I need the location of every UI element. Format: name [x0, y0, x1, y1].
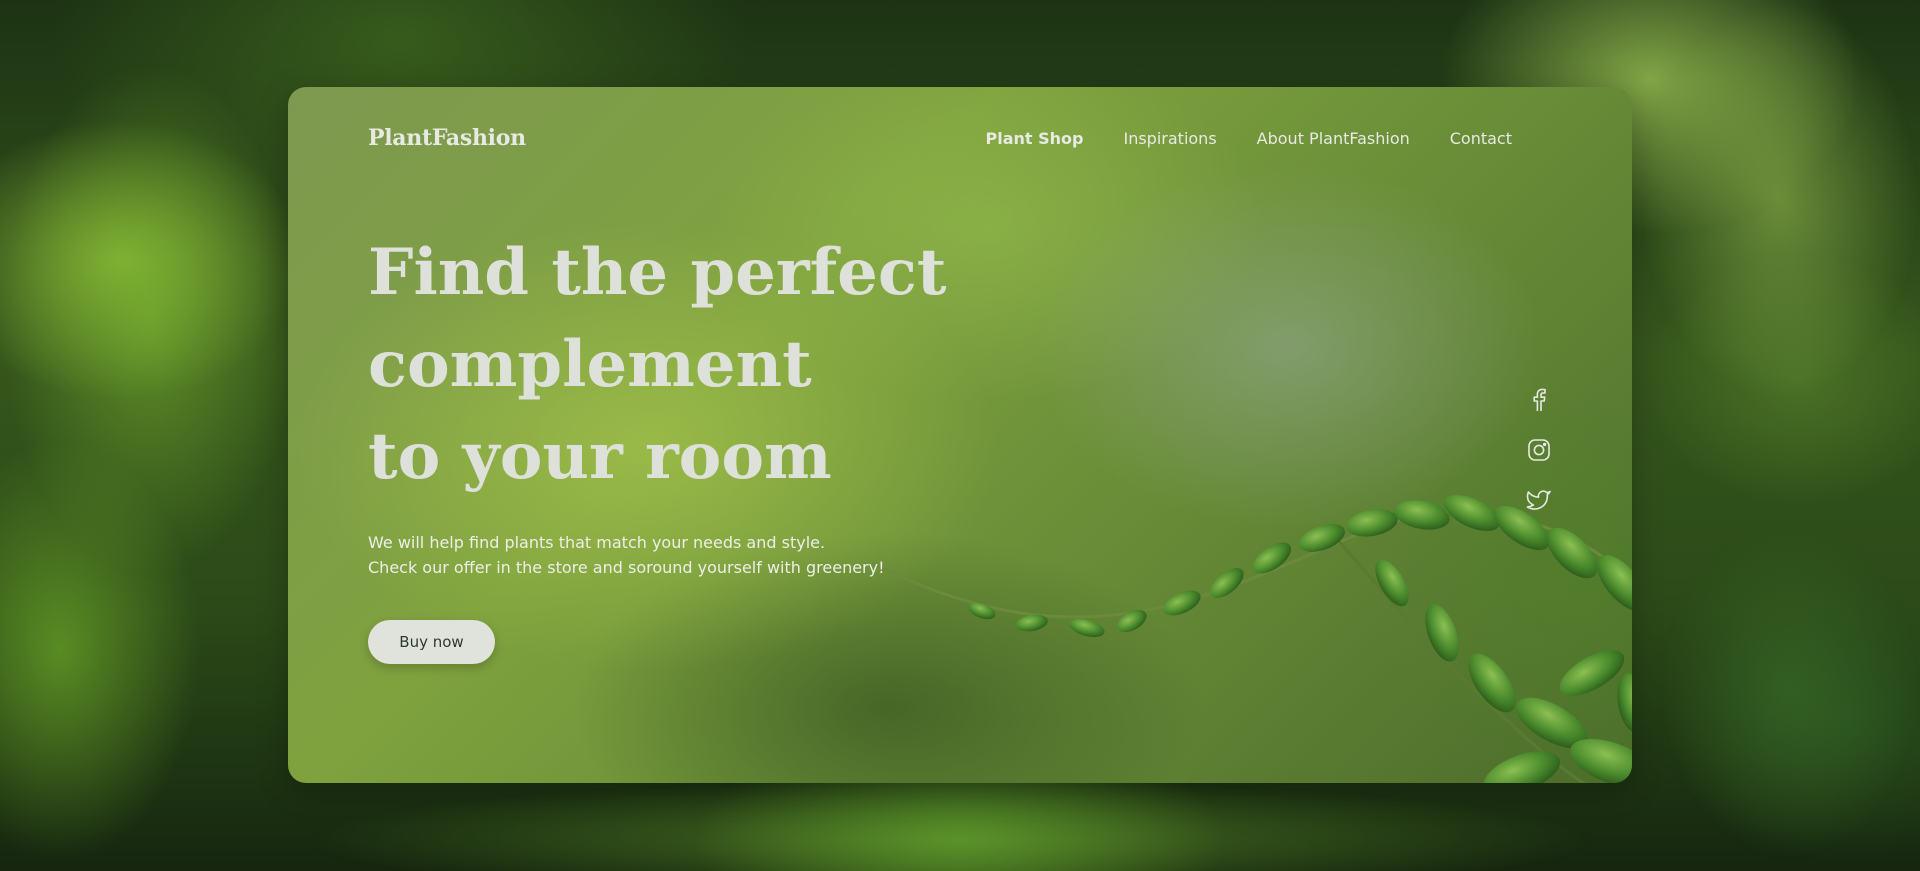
instagram-icon[interactable]: [1526, 437, 1552, 463]
hero-card: PlantFashion Plant Shop Inspirations Abo…: [288, 87, 1632, 783]
nav-item-about[interactable]: About PlantFashion: [1257, 129, 1410, 148]
background-fern: [300, 780, 1600, 871]
hero-title-line: complement: [368, 327, 812, 402]
brand-logo[interactable]: PlantFashion: [368, 125, 526, 151]
facebook-icon[interactable]: [1526, 387, 1552, 413]
background-fern: [1640, 0, 1920, 400]
nav-item-contact[interactable]: Contact: [1450, 129, 1512, 148]
hero-title: Find the perfect complement to your room: [368, 227, 946, 503]
buy-now-button[interactable]: Buy now: [368, 620, 495, 664]
nav-item-inspirations[interactable]: Inspirations: [1123, 129, 1216, 148]
hero-title-line: Find the perfect: [368, 235, 947, 310]
top-navigation: PlantFashion Plant Shop Inspirations Abo…: [288, 87, 1632, 187]
hero-description-line: Check our offer in the store and soround…: [368, 558, 885, 577]
nav-item-plant-shop[interactable]: Plant Shop: [986, 129, 1084, 148]
social-links: [1526, 387, 1552, 513]
vine-illustration: [871, 495, 1632, 783]
twitter-icon[interactable]: [1526, 487, 1552, 513]
background-fern: [0, 60, 300, 580]
hero-title-line: to your room: [368, 419, 832, 494]
nav-menu: Plant Shop Inspirations About PlantFashi…: [986, 129, 1513, 148]
hero-description: We will help find plants that match your…: [368, 530, 885, 580]
hero-description-line: We will help find plants that match your…: [368, 533, 826, 552]
background-fern: [1660, 520, 1920, 860]
